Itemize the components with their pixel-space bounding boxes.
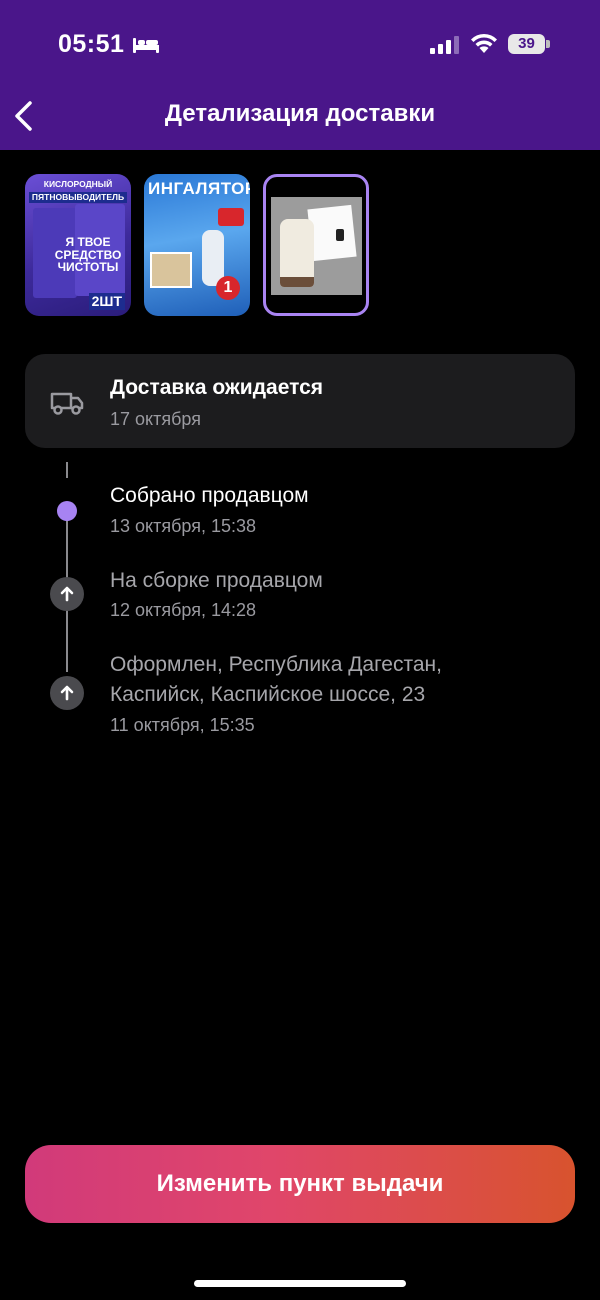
wifi-icon (471, 33, 497, 53)
timeline-event-title: На сборке продавцом (110, 569, 323, 592)
timeline-dot-current (57, 501, 77, 521)
product-photo-inset (150, 252, 192, 288)
timeline-event-date: 12 октября, 14:28 (110, 600, 257, 620)
home-indicator[interactable] (194, 1280, 406, 1287)
status-bar: 05:51 39 (0, 0, 600, 90)
bed-icon (133, 38, 159, 53)
page-title: Детализация доставки (164, 100, 436, 127)
thumbnail-badge: 1 (216, 276, 240, 300)
thumbnail-caption: КИСЛОРОДНЫЙ (43, 179, 113, 189)
top-bar: 05:51 39 Детализация доставки (0, 0, 600, 150)
product-thumbnail-humidifier-selected[interactable] (263, 174, 369, 316)
status-time: 05:51 (58, 30, 125, 58)
delivery-expected-date: 17 октября (110, 409, 201, 429)
thumbnail-caption: ИНГАЛЯТОР (148, 179, 250, 198)
battery-indicator: 39 (508, 34, 550, 54)
cellular-signal-icon (430, 36, 459, 54)
battery-tip (546, 40, 550, 48)
humidifier-base (280, 277, 314, 287)
timeline-event-date: 11 октября, 15:35 (110, 715, 255, 735)
timeline-event-date: 13 октября, 15:38 (110, 516, 257, 536)
change-pickup-point-button[interactable]: Изменить пункт выдачи (25, 1145, 575, 1223)
arrow-up-icon (60, 586, 74, 602)
timeline-connector (66, 520, 68, 578)
truck-icon (50, 392, 84, 415)
arrow-up-icon (60, 685, 74, 701)
product-thumbnail-inhaler[interactable]: ИНГАЛЯТОР 1 (144, 174, 250, 316)
delivery-status-card: Доставка ожидается 17 октября (25, 354, 575, 448)
timeline-event-title-line1: Оформлен, Республика Дагестан, (110, 653, 442, 676)
delivery-status-title: Доставка ожидается (110, 376, 324, 399)
product-box-detail (336, 229, 344, 241)
product-thumbnail-stain-remover[interactable]: КИСЛОРОДНЫЙ ПЯТНОВЫВОДИТЕЛЬ Я ТВОЕ СРЕДС… (25, 174, 131, 316)
battery-level: 39 (508, 34, 545, 54)
thumbnail-badge: 2ШТ (88, 293, 125, 310)
product-photo-inset (218, 208, 244, 226)
timeline-event-title-line2: Каспийск, Каспийское шоссе, 23 (110, 683, 426, 706)
product-box (307, 204, 357, 262)
timeline-step-marker (50, 577, 84, 611)
thumbnail-caption: Я ТВОЕ СРЕДСТВО ЧИСТОТЫ (54, 235, 122, 275)
timeline-connector (66, 610, 68, 672)
timeline-connector (66, 462, 68, 478)
timeline-step-marker (50, 676, 84, 710)
timeline-event-title: Собрано продавцом (110, 484, 309, 507)
thumbnail-caption: ПЯТНОВЫВОДИТЕЛЬ (29, 192, 127, 203)
